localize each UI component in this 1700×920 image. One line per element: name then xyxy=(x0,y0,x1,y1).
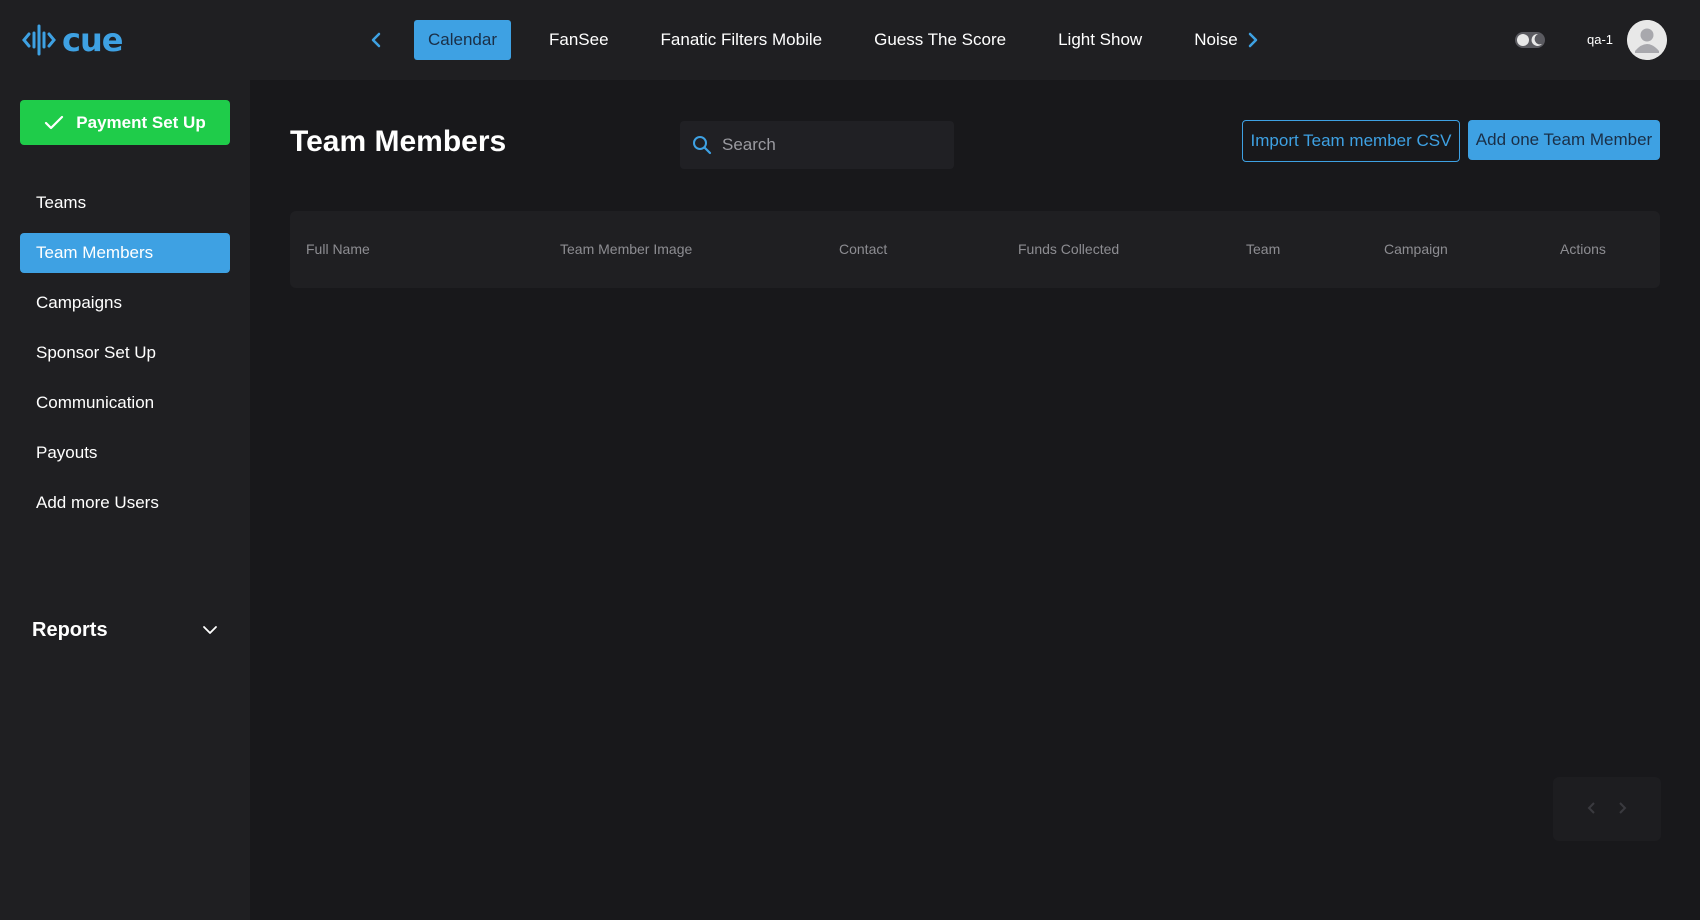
search-input[interactable] xyxy=(722,135,932,155)
search-icon xyxy=(693,136,712,155)
page-title: Team Members xyxy=(290,125,507,158)
import-team-member-csv-button[interactable]: Import Team member CSV xyxy=(1242,120,1460,162)
chevron-right-icon xyxy=(1248,32,1258,48)
brand-name: cue xyxy=(62,21,123,59)
sidebar-item-teams[interactable]: Teams xyxy=(20,183,230,223)
user-avatar[interactable] xyxy=(1627,20,1667,60)
chevron-down-icon xyxy=(203,626,217,634)
pagination xyxy=(1553,777,1661,841)
dark-mode-toggle[interactable] xyxy=(1514,28,1546,52)
reports-label: Reports xyxy=(32,618,108,641)
feature-tabs: Calendar FanSee Fanatic Filters Mobile G… xyxy=(414,20,1238,60)
sidebar-item-campaigns[interactable]: Campaigns xyxy=(20,283,230,323)
sidebar-item-team-members[interactable]: Team Members xyxy=(20,233,230,273)
pagination-prev-button[interactable] xyxy=(1587,798,1597,821)
payment-set-up-button[interactable]: Payment Set Up xyxy=(20,100,230,145)
add-team-member-button[interactable]: Add one Team Member xyxy=(1468,120,1660,160)
top-bar: cue Calendar FanSee Fanatic Filters Mobi… xyxy=(0,0,1700,80)
column-header-actions: Actions xyxy=(1560,241,1606,257)
sidebar-item-sponsor-set-up[interactable]: Sponsor Set Up xyxy=(20,333,230,373)
tab-noise[interactable]: Noise xyxy=(1180,20,1237,60)
chevron-left-icon xyxy=(371,32,381,48)
payment-set-up-label: Payment Set Up xyxy=(76,112,206,132)
sidebar-item-payouts[interactable]: Payouts xyxy=(20,433,230,473)
column-header-campaign: Campaign xyxy=(1384,241,1448,257)
dark-mode-toggle-icon xyxy=(1515,32,1545,48)
user-name-label: qa-1 xyxy=(1587,32,1614,47)
column-header-team: Team xyxy=(1246,241,1281,257)
chevron-left-icon xyxy=(1587,801,1595,814)
pagination-next-button[interactable] xyxy=(1617,798,1627,821)
chevron-right-icon xyxy=(1619,801,1627,814)
user-avatar-icon xyxy=(1627,20,1667,60)
sidebar-item-add-more-users[interactable]: Add more Users xyxy=(20,483,230,523)
tab-calendar[interactable]: Calendar xyxy=(414,20,511,60)
nav-next-button[interactable] xyxy=(1239,24,1267,56)
tab-light-show[interactable]: Light Show xyxy=(1044,20,1156,60)
search-box xyxy=(680,121,954,169)
brand-logo[interactable]: cue xyxy=(22,21,123,59)
soundwave-logo-icon xyxy=(22,24,56,56)
sidebar-item-communication[interactable]: Communication xyxy=(20,383,230,423)
nav-prev-button[interactable] xyxy=(362,24,390,56)
team-members-table-header: Full Name Team Member Image Contact Fund… xyxy=(290,211,1660,288)
sidebar-reports-toggle[interactable]: Reports xyxy=(20,610,230,650)
column-header-team-member-image: Team Member Image xyxy=(560,241,693,257)
tab-fanatic-filters-mobile[interactable]: Fanatic Filters Mobile xyxy=(647,20,837,60)
column-header-funds-collected: Funds Collected xyxy=(1018,241,1120,257)
column-header-full-name: Full Name xyxy=(306,241,370,257)
sidebar: Payment Set Up Teams Team Members Campai… xyxy=(0,80,250,920)
column-header-contact: Contact xyxy=(839,241,888,257)
tab-fansee[interactable]: FanSee xyxy=(535,20,623,60)
tab-guess-the-score[interactable]: Guess The Score xyxy=(860,20,1020,60)
check-icon xyxy=(45,115,64,129)
